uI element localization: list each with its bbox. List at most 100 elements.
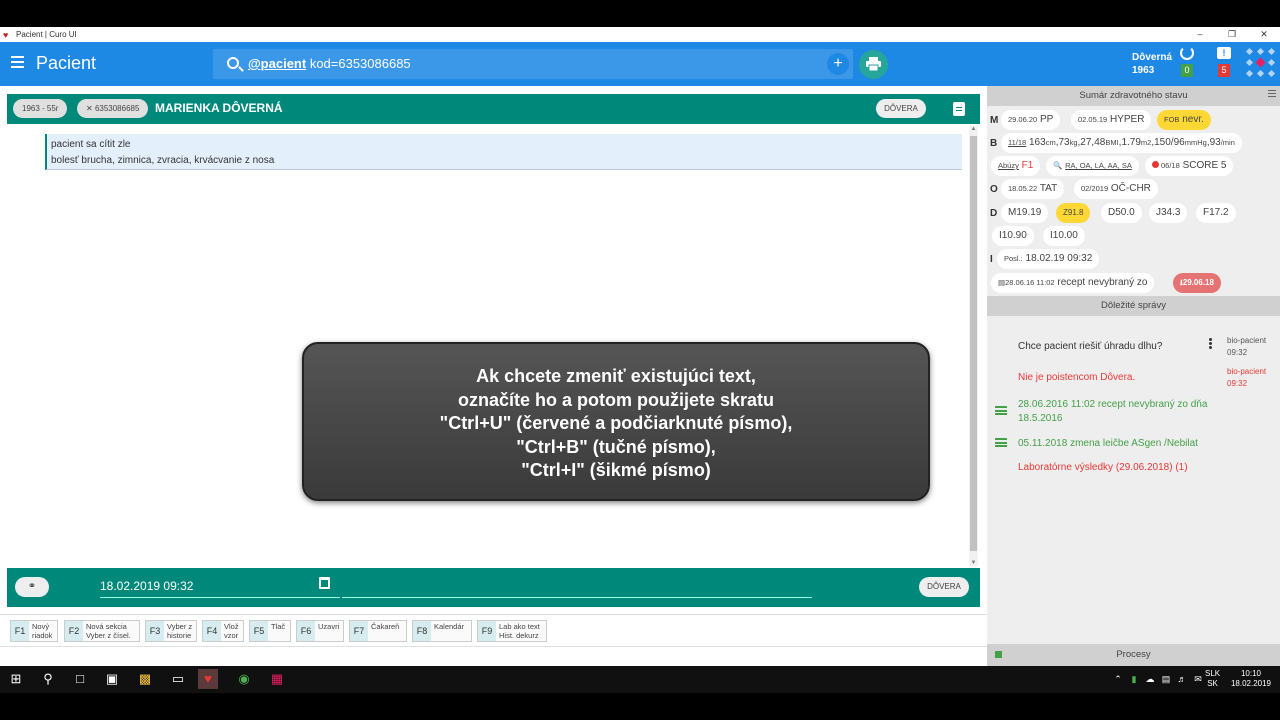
summary-menu-icon[interactable]	[1268, 90, 1276, 97]
printer-icon	[866, 57, 881, 71]
user-year: 1963	[1132, 65, 1155, 76]
chip-close-icon[interactable]: ✕	[86, 104, 95, 113]
summary-pill-allergy[interactable]: 🔍 RA, OA, LA, AA, SA	[1046, 156, 1139, 176]
maximize-button[interactable]: ❐	[1216, 27, 1248, 42]
search-icon	[227, 57, 239, 69]
age-chip[interactable]: 1963 - 55r	[13, 99, 68, 118]
scroll-down-icon[interactable]: ▼	[969, 560, 978, 566]
dekurz-datetime[interactable]: 18.02.2019 09:32	[100, 579, 193, 593]
message-item[interactable]: Chce pacient riešiť úhradu dlhu?	[1018, 340, 1162, 354]
search-icon[interactable]: ⚲	[38, 669, 58, 689]
diagnosis-pill[interactable]: I10.00	[1043, 226, 1085, 246]
message-source: bio-pacient 09:32	[1227, 367, 1267, 388]
summary-pill-measurements[interactable]: 11/18 163cm,73kg,27,48BMI,1.79m2,150/96m…	[1001, 133, 1242, 153]
curo-app-icon[interactable]: ♥	[198, 669, 218, 689]
menu-icon[interactable]	[11, 56, 24, 68]
insurer-chip-footer[interactable]: DÔVERA	[919, 577, 969, 597]
summary-pill[interactable]: 02/2019 OČ-CHR	[1074, 179, 1158, 199]
note-line: bolesť brucha, zimnica, zvracia, krvácva…	[51, 155, 275, 166]
processes-label: Procesy	[1116, 649, 1151, 660]
date-underline	[100, 597, 340, 598]
diagnosis-pill[interactable]: J34.3	[1149, 203, 1188, 223]
summary-pill-score[interactable]: 06/18 SCORE 5	[1145, 156, 1234, 176]
summary-pill-abuzy[interactable]: Abúzy F1	[991, 156, 1041, 176]
minimize-button[interactable]: –	[1184, 27, 1216, 42]
message-item[interactable]: 05.11.2018 zmena leičbe ASgen /Nebilat	[1018, 437, 1198, 451]
message-item[interactable]: Laboratórne výsledky (29.06.2018) (1)	[1018, 461, 1188, 475]
fkey-f7[interactable]: F7 Čakareň	[349, 620, 407, 642]
overlay-line: "Ctrl+B" (tučné písmo),	[516, 436, 716, 457]
overlay-line: Ak chcete zmeniť existujúci text,	[476, 366, 756, 386]
curo-logo[interactable]	[1244, 46, 1278, 80]
app-heart-icon: ♥	[3, 29, 9, 40]
windows-start-icon[interactable]: ⊞	[6, 669, 26, 689]
clock[interactable]: 10:10 18.02.2019	[1230, 669, 1272, 689]
fkey-f9[interactable]: F9 Lab ako text Hist. dekurz	[477, 620, 547, 642]
recept-pill[interactable]: ▤28.06.16 11:02 recept nevybraný zo	[991, 273, 1155, 293]
summary-pill[interactable]: 18.05.22 TAT	[1001, 179, 1065, 199]
scroll-thumb[interactable]	[970, 136, 977, 551]
diagnosis-pill[interactable]: D50.0	[1101, 203, 1142, 223]
fkey-f8[interactable]: F8 Kalendár	[412, 620, 472, 642]
chrome-icon[interactable]: ◉	[234, 669, 254, 689]
message-item[interactable]: Nie je poistencom Dôvera.	[1018, 371, 1135, 385]
store-icon[interactable]: ▣	[102, 669, 122, 689]
more-vert-icon[interactable]	[1209, 338, 1212, 350]
search-bar[interactable]: @pacient kod=6353086685 +	[213, 49, 853, 79]
close-button[interactable]: ✕	[1248, 27, 1280, 42]
clipboard-icon[interactable]	[953, 102, 965, 116]
search-prefix: @pacient	[248, 56, 307, 71]
search-query: kod=6353086685	[306, 56, 411, 71]
calendar-icon[interactable]	[319, 577, 330, 589]
fkey-f6[interactable]: F6 Uzavri	[296, 620, 344, 642]
diagnosis-pill[interactable]: M19.19	[1001, 203, 1049, 223]
os-taskbar: ⊞ ⚲ □ ▣ ▩ ▭ ♥ ◉ ▦ ⌃ ▮ ☁ ▤ ♬ ✉ SLK SK 10:…	[0, 666, 1280, 693]
message-item[interactable]: 28.06.2016 11:02 recept nevybraný zo dňa…	[1018, 398, 1207, 426]
summary-header-label: Sumár zdravotného stavu	[1079, 90, 1188, 101]
summary-header: Sumár zdravotného stavu	[987, 86, 1280, 106]
print-button[interactable]	[859, 50, 888, 79]
recept-warning-pill[interactable]: ⭳29.06.18	[1173, 273, 1221, 293]
overlay-line: označíte ho a potom použijete skratu	[457, 389, 775, 410]
fkey-f1[interactable]: F1 Nový riadok	[10, 620, 58, 642]
search-add-button[interactable]: +	[827, 53, 849, 75]
scrollbar[interactable]: ▲ ▼	[969, 126, 978, 566]
processes-bar[interactable]: Procesy	[987, 644, 1280, 666]
app-icon[interactable]: ▦	[267, 669, 287, 689]
search-input[interactable]: @pacient kod=6353086685	[248, 56, 411, 71]
fkey-f4[interactable]: F4 Vlož vzor	[202, 620, 244, 642]
row-letter-m: M	[990, 115, 999, 126]
message-icon[interactable]: !	[1217, 47, 1231, 59]
patient-header: 1963 - 55r ✕ 6353086685 MARIENKA DÔVERNÁ…	[7, 94, 980, 124]
summary-pill[interactable]: 02.05.19 HYPER	[1071, 110, 1152, 130]
row-letter-i: I	[990, 254, 993, 265]
main-panel: 1963 - 55r ✕ 6353086685 MARIENKA DÔVERNÁ…	[0, 86, 987, 666]
task-view-icon[interactable]: □	[70, 669, 90, 689]
status-strip	[0, 646, 987, 666]
user-info[interactable]: Dôverná 1963	[1132, 51, 1172, 77]
sync-icon[interactable]	[1180, 46, 1194, 60]
terminal-icon[interactable]: ▭	[168, 669, 188, 689]
fkey-f3[interactable]: F3 Vyber z historie	[145, 620, 197, 642]
message-badge: 5	[1218, 64, 1230, 77]
process-status-icon	[995, 651, 1002, 658]
function-key-bar: F1 Nový riadok F2 Nová sekcia Vyber z čísel.…	[0, 614, 987, 646]
dekurz-note[interactable]: pacient sa cítit zle bolesť brucha, zimn…	[45, 134, 962, 170]
fkey-f2[interactable]: F2 Nová sekcia Vyber z čísel.	[64, 620, 140, 642]
message-source: bio-pacient 09:32	[1227, 336, 1267, 357]
summary-pill[interactable]: 29.06.20 PP	[1001, 110, 1061, 130]
diagnosis-pill[interactable]: F17.2	[1196, 203, 1236, 223]
right-panel: Sumár zdravotného stavu M 29.06.20 PP 02…	[987, 86, 1280, 666]
code-chip[interactable]: ✕ 6353086685	[77, 99, 149, 118]
insurer-chip[interactable]: DÔVERA	[876, 99, 926, 118]
diagnosis-pill-highlight[interactable]: Z91.8	[1056, 203, 1091, 223]
file-explorer-icon[interactable]: ▩	[135, 669, 155, 689]
scroll-up-icon[interactable]: ▲	[969, 126, 978, 132]
summary-pill-last[interactable]: Posl.: 18.02.19 09:32	[997, 249, 1100, 269]
hearing-button[interactable]: ⚭	[15, 577, 49, 597]
summary-pill-fob[interactable]: FOB nevr.	[1157, 110, 1211, 130]
language-indicator[interactable]: SLK SK	[1205, 669, 1220, 689]
fkey-f5[interactable]: F5 Tlač	[249, 620, 291, 642]
user-name: Dôverná	[1132, 52, 1173, 63]
diagnosis-pill[interactable]: I10.90	[992, 226, 1034, 246]
